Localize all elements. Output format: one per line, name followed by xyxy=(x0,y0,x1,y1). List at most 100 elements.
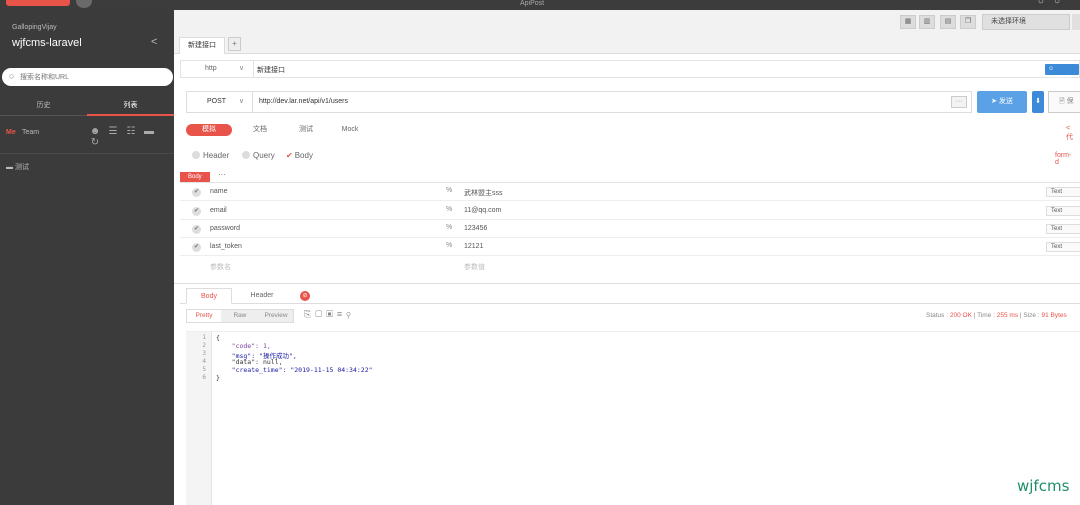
import-icon[interactable]: ☰ xyxy=(104,126,122,137)
param-type-select[interactable]: Text xyxy=(1046,242,1080,252)
param-value[interactable]: 武林盟主sss xyxy=(464,188,503,198)
tab-simulate[interactable]: 模拟 xyxy=(186,124,232,136)
format-pretty[interactable]: Pretty xyxy=(187,310,221,322)
folder-icon[interactable]: ▬ xyxy=(140,126,158,137)
send-options-button[interactable]: ⬇ xyxy=(1032,91,1044,113)
param-type-select[interactable]: Text xyxy=(1046,206,1080,216)
chevron-down-icon[interactable]: ∨ xyxy=(239,64,244,72)
method-select[interactable]: POST ∨ xyxy=(187,92,253,112)
tab-response-body[interactable]: Body xyxy=(186,288,232,304)
code-line: } xyxy=(216,374,220,382)
copy-icon[interactable]: ⎘ xyxy=(304,309,315,319)
code-line: "code": 1, xyxy=(216,342,271,350)
line-number: 6 xyxy=(202,374,206,381)
protocol-select[interactable]: http xyxy=(205,65,217,72)
param-type-select[interactable]: Text xyxy=(1046,224,1080,234)
stop-icon[interactable]: ⊘ xyxy=(300,291,310,301)
sidebar-tabs: 历史 列表 xyxy=(0,96,174,116)
tab-test[interactable]: 测试 xyxy=(292,124,320,136)
tab-mock[interactable]: Mock xyxy=(336,124,364,136)
environment-more-button[interactable] xyxy=(1072,14,1080,30)
link-icon[interactable]: % xyxy=(446,242,452,249)
param-value[interactable]: 123456 xyxy=(464,225,487,232)
link-icon[interactable]: ⚲ xyxy=(346,309,354,319)
member-icon[interactable]: ☻ xyxy=(86,126,104,137)
list-icon[interactable]: ☷ xyxy=(122,126,140,137)
line-number: 3 xyxy=(202,350,206,357)
folder-item[interactable]: ▬ 测试 xyxy=(6,162,29,172)
window-controls[interactable]: ○○ xyxy=(1038,0,1070,7)
tab-history[interactable]: 历史 xyxy=(0,100,87,110)
comment-icon[interactable]: ▢ xyxy=(315,309,326,319)
url-bar: POST ∨ http://dev.lar.net/api/v1/users ·… xyxy=(186,91,972,113)
param-check-icon[interactable]: ✔ xyxy=(192,188,201,197)
team-label[interactable]: Team xyxy=(22,129,39,136)
team-me[interactable]: Me xyxy=(6,129,16,136)
share-icon[interactable]: < xyxy=(151,36,157,48)
add-tab-button[interactable]: + xyxy=(228,37,241,51)
param-check-icon[interactable]: ✔ xyxy=(192,243,201,252)
app-menu-button[interactable] xyxy=(6,0,70,6)
filter-icon[interactable]: ≡ xyxy=(337,309,346,319)
param-key-placeholder[interactable]: 参数名 xyxy=(210,262,231,272)
link-icon[interactable]: % xyxy=(446,187,452,194)
url-input[interactable]: http://dev.lar.net/api/v1/users xyxy=(259,98,348,105)
param-value[interactable]: 11@qq.com xyxy=(464,207,501,214)
search-icon: ○ xyxy=(9,71,15,81)
tab-response-header[interactable]: Header xyxy=(244,288,280,304)
link-icon[interactable]: % xyxy=(446,206,452,213)
request-name-input[interactable]: 新建接口 xyxy=(257,65,285,75)
grid-icon[interactable]: ▤ xyxy=(940,15,956,29)
tab-list[interactable]: 列表 xyxy=(87,100,174,116)
param-key[interactable]: email xyxy=(210,207,227,214)
response-code-viewer[interactable]: 1 2 3 4 5 6 { "code": 1, "msg": "操作成功", … xyxy=(186,331,1080,505)
time-value: 255 ms xyxy=(996,312,1019,319)
body-section-label: Body xyxy=(180,172,210,182)
param-value[interactable]: 12121 xyxy=(464,243,483,250)
body-option-label: Body xyxy=(294,151,313,160)
param-key[interactable]: last_token xyxy=(210,243,242,250)
user-avatar[interactable] xyxy=(76,0,92,8)
copy-icon[interactable]: ❐ xyxy=(960,15,976,29)
project-name[interactable]: wjfcms-laravel xyxy=(12,37,82,49)
time-label: Time : xyxy=(977,312,995,319)
param-type-select[interactable]: Text xyxy=(1046,187,1080,197)
param-check-icon[interactable]: ✔ xyxy=(192,225,201,234)
param-key[interactable]: name xyxy=(210,188,228,195)
param-check-icon[interactable]: ✔ xyxy=(192,207,201,216)
url-more-button[interactable]: ··· xyxy=(951,96,967,108)
send-icon: ➤ xyxy=(991,98,997,105)
link-icon[interactable]: % xyxy=(446,224,452,231)
send-label: 发送 xyxy=(998,98,1013,105)
line-number: 2 xyxy=(202,342,206,349)
query-option-label: Query xyxy=(253,151,275,160)
header-option[interactable]: Header xyxy=(192,151,229,160)
send-button[interactable]: ➤ 发送 xyxy=(977,91,1027,113)
body-format-select[interactable]: form-d xyxy=(1055,152,1072,166)
save-button[interactable]: 🗎 保 xyxy=(1048,91,1080,113)
tab-doc[interactable]: 文档 xyxy=(246,124,274,136)
request-name-row: http ∨ 新建接口 ☺ Gallopin xyxy=(180,60,1080,83)
format-preview[interactable]: Preview xyxy=(259,310,293,322)
search-input[interactable] xyxy=(20,70,168,84)
save-icon[interactable]: ▣ xyxy=(326,309,337,319)
param-row: ✔ name % 武林盟主sss Text xyxy=(180,183,1080,201)
response-status: Status : 200 OK | Time : 255 ms | Size :… xyxy=(926,312,1067,319)
split-icon[interactable]: ▥ xyxy=(919,15,935,29)
request-tab[interactable]: 新建接口 xyxy=(179,37,225,54)
body-more-button[interactable]: ··· xyxy=(218,170,226,179)
layout-icon[interactable]: ▦ xyxy=(900,15,916,29)
generate-code-link[interactable]: < 代 xyxy=(1066,125,1076,142)
body-option[interactable]: ✔ Body xyxy=(286,151,313,160)
refresh-icon[interactable]: ↻ xyxy=(86,137,104,148)
environment-select[interactable]: 未选择环境 xyxy=(982,14,1070,30)
format-raw[interactable]: Raw xyxy=(223,310,257,322)
param-value-placeholder[interactable]: 参数值 xyxy=(464,262,485,272)
code-line: "create_time": "2019-11-15 04:34:22" xyxy=(216,366,373,374)
param-key[interactable]: password xyxy=(210,225,240,232)
response-toolbar: Pretty Raw Preview ⎘▢▣≡⚲ Status : 200 OK… xyxy=(186,309,1080,325)
search-box[interactable]: ○ xyxy=(2,68,173,86)
sidebar-tools: ☻ ☰ ☷ ▬ ↻ xyxy=(86,126,174,148)
query-option[interactable]: Query xyxy=(242,151,275,160)
request-tabbar: 新建接口 + xyxy=(174,34,1080,54)
